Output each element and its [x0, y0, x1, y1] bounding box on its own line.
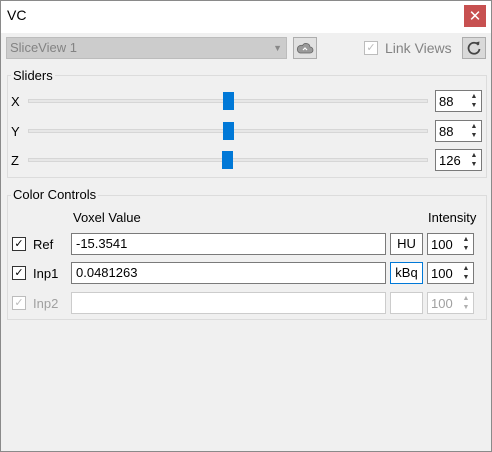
ref-intensity-value: 100	[431, 237, 453, 252]
inp2-label: Inp2	[33, 296, 59, 311]
color-controls-title: Color Controls	[11, 187, 99, 202]
vc-window: VC ✕ SliceView 1 ▼ ✓ Link Views Sliders …	[0, 0, 492, 452]
cloud-button[interactable]	[293, 37, 317, 59]
inp1-unit[interactable]: kBq	[390, 262, 423, 284]
inp2-checkbox[interactable]: ✓	[12, 296, 26, 310]
slider-x-thumb[interactable]	[223, 92, 234, 110]
spin-up-icon[interactable]: ▲	[469, 122, 479, 131]
close-icon: ✕	[468, 7, 482, 25]
slider-z-thumb[interactable]	[222, 151, 233, 169]
slider-y-value: 88	[439, 124, 454, 139]
spin-down-icon[interactable]: ▼	[461, 244, 471, 253]
cloud-icon	[296, 43, 314, 54]
inp2-unit[interactable]	[390, 292, 423, 314]
spin-down-icon[interactable]: ▼	[469, 101, 479, 110]
slider-x-label: X	[11, 94, 20, 109]
inp1-intensity-value: 100	[431, 266, 453, 281]
inp1-label: Inp1	[33, 266, 59, 281]
spin-down-icon[interactable]: ▼	[461, 303, 471, 312]
slider-y-spinbox[interactable]: 88 ▲ ▼	[435, 120, 482, 142]
chevron-down-icon: ▼	[273, 43, 282, 53]
link-views-label: Link Views	[385, 40, 452, 56]
inp1-voxel-value[interactable]: 0.0481263	[71, 262, 386, 284]
slider-z-label: Z	[11, 153, 19, 168]
title-bar: VC ✕	[1, 1, 491, 33]
slider-y-thumb[interactable]	[223, 122, 234, 140]
sliders-title: Sliders	[11, 68, 55, 83]
spin-down-icon[interactable]: ▼	[469, 131, 479, 140]
spin-up-icon[interactable]: ▲	[461, 264, 471, 273]
inp1-checkbox[interactable]: ✓	[12, 266, 26, 280]
view-select-value: SliceView 1	[10, 40, 77, 55]
inp2-intensity-spinbox[interactable]: 100 ▲ ▼	[427, 292, 474, 314]
close-button[interactable]: ✕	[464, 5, 486, 27]
spin-up-icon[interactable]: ▲	[469, 92, 479, 101]
ref-intensity-spinbox[interactable]: 100 ▲ ▼	[427, 233, 474, 255]
ref-label: Ref	[33, 237, 54, 252]
slider-z-spinbox[interactable]: 126 ▲ ▼	[435, 149, 482, 171]
inp2-intensity-value: 100	[431, 296, 453, 311]
ref-checkbox[interactable]: ✓	[12, 237, 26, 251]
refresh-icon	[467, 41, 481, 55]
slider-x-spinbox[interactable]: 88 ▲ ▼	[435, 90, 482, 112]
spin-up-icon[interactable]: ▲	[461, 294, 471, 303]
toolbar: SliceView 1 ▼ ✓ Link Views	[1, 33, 491, 61]
spin-down-icon[interactable]: ▼	[461, 273, 471, 282]
view-select[interactable]: SliceView 1 ▼	[6, 37, 287, 59]
slider-y-label: Y	[11, 124, 20, 139]
link-views-checkbox[interactable]: ✓	[364, 41, 378, 55]
spin-up-icon[interactable]: ▲	[461, 235, 471, 244]
slider-z-value: 126	[439, 153, 461, 168]
ref-unit[interactable]: HU	[390, 233, 423, 255]
spin-down-icon[interactable]: ▼	[469, 160, 479, 169]
inp2-voxel-value[interactable]	[71, 292, 386, 314]
slider-x-value: 88	[439, 94, 454, 109]
intensity-header: Intensity	[428, 210, 477, 225]
inp1-intensity-spinbox[interactable]: 100 ▲ ▼	[427, 262, 474, 284]
voxel-value-header: Voxel Value	[73, 210, 141, 225]
window-title: VC	[7, 7, 27, 23]
ref-voxel-value[interactable]: -15.3541	[71, 233, 386, 255]
spin-up-icon[interactable]: ▲	[469, 151, 479, 160]
sliders-group	[7, 75, 487, 178]
refresh-button[interactable]	[462, 37, 486, 59]
